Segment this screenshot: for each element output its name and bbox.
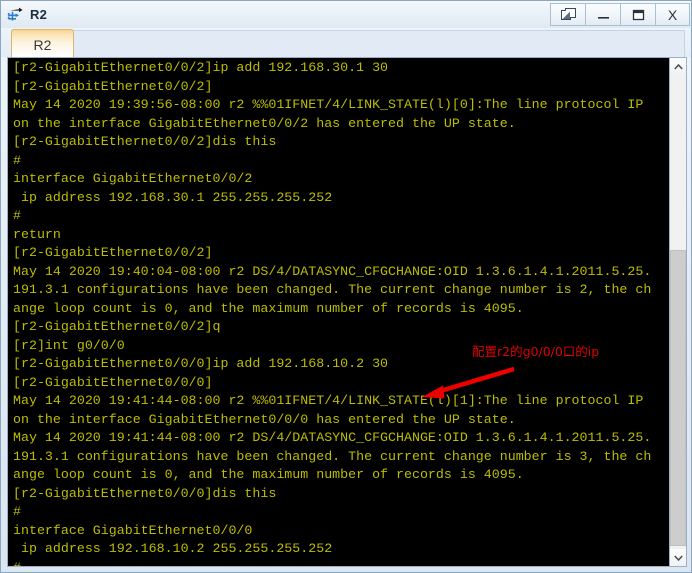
- chevron-down-icon: [673, 554, 683, 561]
- maximize-button[interactable]: [620, 3, 655, 26]
- scrollbar-thumb[interactable]: [670, 250, 686, 546]
- router-icon: [7, 7, 23, 21]
- terminal-frame: [r2-GigabitEthernet0/0/2]ip add 192.168.…: [7, 57, 687, 567]
- terminal-scrollbar[interactable]: [669, 58, 686, 566]
- maximize-icon: [632, 9, 644, 20]
- restore-windows-button[interactable]: [550, 3, 585, 26]
- tab-label: R2: [33, 36, 52, 53]
- tab-strip-background: [11, 30, 685, 57]
- chevron-up-icon: [673, 63, 683, 70]
- scrollbar-track[interactable]: [670, 75, 686, 549]
- minimize-button[interactable]: [585, 3, 620, 26]
- window-title: R2: [30, 6, 48, 22]
- scroll-down-button[interactable]: [670, 549, 686, 566]
- minimize-icon: [597, 16, 609, 19]
- tab-r2[interactable]: R2: [11, 29, 74, 57]
- annotation-label: 配置r2的g0/0/0口的ip: [472, 344, 600, 359]
- scroll-up-button[interactable]: [670, 58, 686, 75]
- close-icon: X: [667, 6, 678, 23]
- terminal-console[interactable]: [r2-GigabitEthernet0/0/2]ip add 192.168.…: [8, 58, 671, 566]
- close-button[interactable]: X: [655, 3, 690, 26]
- window-controls: X: [550, 3, 690, 26]
- terminal-output: [r2-GigabitEthernet0/0/2]ip add 192.168.…: [13, 60, 652, 566]
- tab-strip: R2: [1, 28, 691, 57]
- title-bar-left: R2: [1, 6, 47, 23]
- router-cli-window: R2 X R2 [r2-GigabitEthernet0/0/2]ip add …: [0, 0, 692, 573]
- title-bar: R2 X: [1, 1, 691, 28]
- cascade-windows-icon: [560, 8, 576, 20]
